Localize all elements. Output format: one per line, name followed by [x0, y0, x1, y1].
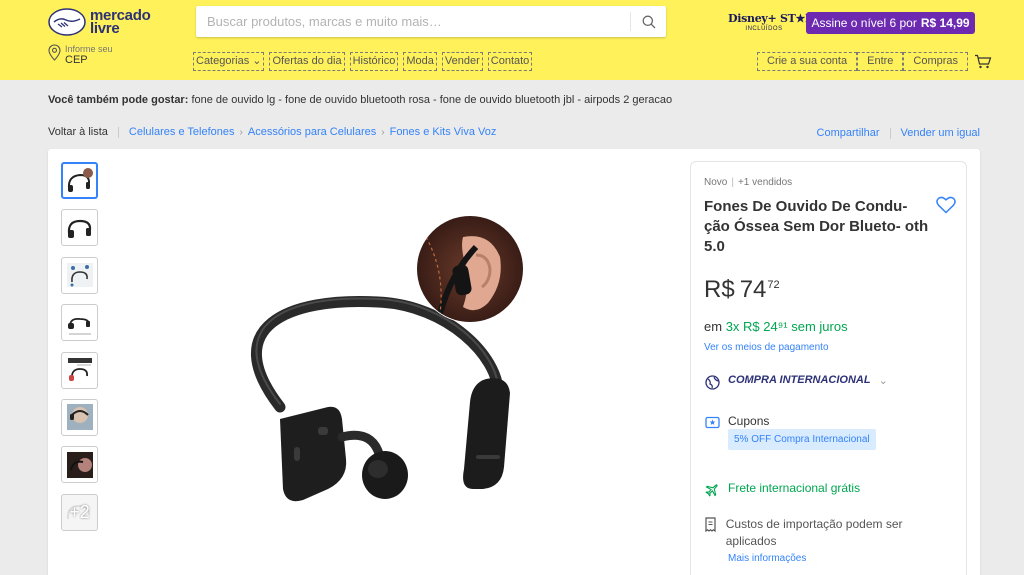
payment-methods-link[interactable]: Ver os meios de pagamento — [704, 342, 829, 353]
free-shipping-label: Frete internacional grátis — [728, 481, 861, 495]
related-searches-items[interactable]: fone de ouvido lg - fone de ouvido bluet… — [191, 94, 672, 106]
product-title: Fones De Ouvido De Condu- ção Óssea Sem … — [704, 198, 929, 255]
headphones-dark-thumbnail-icon — [66, 451, 93, 478]
sold-count: +1 vendidos — [737, 177, 793, 188]
coupon-badge[interactable]: 5% OFF Compra Internacional — [728, 429, 876, 450]
headphones-thumbnail-icon — [67, 167, 93, 192]
headphones-diagram-thumbnail-icon — [66, 263, 93, 288]
nav-categorias[interactable]: Categorias ⌄ — [193, 52, 265, 71]
coupon-icon — [704, 414, 720, 430]
receipt-icon — [704, 516, 718, 532]
nav-ofertas-do-dia[interactable]: Ofertas do dia — [269, 52, 345, 71]
sell-same-link[interactable]: Vender um igual — [901, 127, 981, 139]
account-nav: Crie a sua conta Entre Compras — [757, 52, 992, 71]
thumbnail-3[interactable] — [61, 256, 98, 294]
price: R$ 74 72 — [704, 276, 780, 304]
breadcrumb-item-celulares[interactable]: Celulares e Telefones — [129, 126, 235, 138]
international-purchase-toggle[interactable]: COMPRA INTERNACIONAL ⌄ — [704, 374, 888, 390]
related-searches-label: Você também pode gostar: — [48, 94, 189, 106]
breadcrumb-item-acessorios[interactable]: Acessórios para Celulares — [248, 126, 376, 138]
actions-divider — [889, 127, 891, 139]
thumbnail-5[interactable] — [61, 351, 98, 389]
coupons-label: Cupons — [728, 414, 770, 428]
back-to-list-link[interactable]: Voltar à lista — [48, 126, 108, 138]
more-info-link[interactable]: Mais informações — [728, 553, 806, 564]
condition-label: Novo — [704, 177, 728, 188]
disney-included-label: INCLUÍDOS — [745, 26, 783, 32]
thumbnail-gallery: +2 — [61, 162, 98, 541]
international-label: COMPRA INTERNACIONAL — [728, 374, 871, 386]
thumbnail-2[interactable] — [61, 209, 98, 247]
disney-star-badge[interactable]: Disney+ ST★R+ INCLUÍDOS — [728, 12, 823, 32]
cep-value: CEP — [65, 54, 88, 66]
nav-vender[interactable]: Vender — [441, 52, 483, 71]
thumbnail-7[interactable] — [61, 446, 98, 484]
search-input[interactable] — [196, 6, 626, 37]
search-bar — [196, 6, 666, 37]
chevron-right-icon: › — [381, 126, 385, 138]
coupons-row: Cupons — [704, 414, 769, 430]
search-icon — [642, 15, 655, 28]
headphones-thumbnail-icon — [67, 219, 91, 238]
import-costs-label: Custos de importação podem ser aplicados — [725, 517, 903, 548]
thumbnail-6[interactable] — [61, 398, 98, 436]
promo-text: Assine o nível 6 por — [811, 16, 917, 30]
product-main-image[interactable] — [208, 207, 568, 537]
cart-icon — [975, 54, 992, 69]
nav-historico[interactable]: Histórico — [349, 52, 399, 71]
login-link[interactable]: Entre — [857, 52, 904, 71]
mercado-livre-logo[interactable]: mercado livre — [48, 8, 151, 36]
disney-logo: Disney+ ST★R+ — [728, 12, 823, 25]
thumbnail-1[interactable] — [61, 162, 98, 199]
price-integer: 74 — [739, 276, 767, 303]
breadcrumb: Voltar à lista Celulares e Telefones › A… — [48, 126, 496, 138]
main-nav: Categorias ⌄ Ofertas do dia Histórico Mo… — [193, 52, 537, 71]
share-link[interactable]: Compartilhar — [817, 127, 880, 139]
headphones-features-thumbnail-icon — [67, 358, 92, 382]
related-searches: Você também pode gostar: fone de ouvido … — [48, 94, 672, 106]
free-shipping-row: Frete internacional grátis — [704, 481, 860, 497]
search-button[interactable] — [630, 12, 666, 31]
condition-sold: Novo | +1 vendidos — [704, 177, 793, 188]
installments-prefix: em — [704, 319, 723, 334]
promo-price: R$ 14,99 — [920, 16, 970, 30]
globe-icon — [704, 374, 720, 390]
nav-contato[interactable]: Contato — [487, 52, 533, 71]
nav-moda[interactable]: Moda — [403, 52, 437, 71]
installments-value: 3x R$ 24⁹¹ sem juros — [725, 319, 848, 334]
thumbnail-4[interactable] — [61, 304, 98, 342]
heart-icon — [936, 196, 956, 214]
airplane-icon — [704, 481, 720, 497]
installments: em 3x R$ 24⁹¹ sem juros — [704, 319, 848, 334]
cep-selector[interactable]: Informe seu CEP — [48, 44, 113, 66]
purchases-link[interactable]: Compras — [903, 52, 969, 71]
more-images-count: +2 — [69, 501, 90, 522]
product-card: +2 Novo | +1 vendidos Fones De Ouvido De… — [48, 149, 980, 575]
location-pin-icon — [48, 44, 61, 61]
page-actions: Compartilhar Vender um igual — [817, 127, 980, 139]
handshake-logo-icon — [48, 8, 86, 36]
headphones-specs-thumbnail-icon — [67, 317, 91, 335]
create-account-link[interactable]: Crie a sua conta — [757, 52, 858, 71]
chevron-down-icon: ⌄ — [878, 375, 888, 387]
thumbnail-more[interactable]: +2 — [61, 493, 98, 531]
favorite-button[interactable] — [936, 196, 956, 219]
import-costs-row: Custos de importação podem ser aplicados — [704, 516, 924, 550]
purchase-panel: Novo | +1 vendidos Fones De Ouvido De Cond… — [690, 161, 967, 575]
breadcrumb-item-fones[interactable]: Fones e Kits Viva Voz — [390, 126, 497, 138]
price-cents: 72 — [767, 279, 780, 291]
person-wearing-headphones-thumbnail-icon — [66, 404, 93, 431]
chevron-right-icon: › — [239, 126, 243, 138]
header: mercado livre Disney+ ST★R+ INCLUÍDOS As… — [0, 0, 1024, 80]
price-currency: R$ — [704, 276, 735, 303]
breadcrumb-divider — [117, 126, 119, 138]
cart-button[interactable] — [974, 54, 992, 69]
subscription-promo-button[interactable]: Assine o nível 6 por R$ 14,99 — [806, 12, 975, 34]
